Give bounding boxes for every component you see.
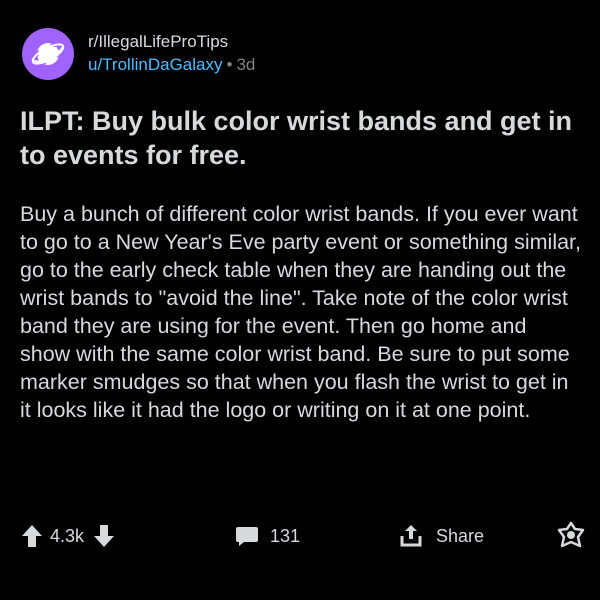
vote-score: 4.3k — [50, 525, 85, 546]
post-body: Buy a bunch of different color wrist ban… — [20, 202, 582, 422]
post-header: r/IllegalLifeProTips u/TrollinDaGalaxy • 3… — [22, 26, 255, 82]
author-line: u/TrollinDaGalaxy • 3d — [88, 54, 255, 76]
downvote-arrow-icon[interactable] — [92, 523, 116, 549]
comment-bubble-icon — [234, 523, 260, 549]
action-bar: 4.3k 131 Share — [20, 518, 586, 554]
meta-separator: • — [226, 55, 233, 74]
post-age: 3d — [236, 55, 256, 74]
subreddit-name[interactable]: r/IllegalLifeProTips — [88, 32, 255, 52]
share-button[interactable]: Share — [398, 518, 484, 554]
post-title[interactable]: ILPT: Buy bulk color wrist bands and get… — [20, 104, 582, 172]
author-username[interactable]: u/TrollinDaGalaxy — [88, 55, 222, 74]
comment-count: 131 — [270, 525, 301, 546]
post-meta: r/IllegalLifeProTips u/TrollinDaGalaxy • 3… — [88, 32, 255, 76]
post-card: r/IllegalLifeProTips u/TrollinDaGalaxy • 3… — [0, 0, 600, 600]
vote-group: 4.3k — [20, 518, 116, 554]
upvote-arrow-icon[interactable] — [20, 523, 44, 549]
planet-icon[interactable] — [22, 28, 74, 80]
comments-button[interactable]: 131 — [234, 518, 300, 554]
award-icon — [556, 521, 586, 551]
share-label: Share — [436, 525, 485, 546]
award-button[interactable] — [556, 518, 586, 554]
share-icon — [398, 523, 424, 549]
